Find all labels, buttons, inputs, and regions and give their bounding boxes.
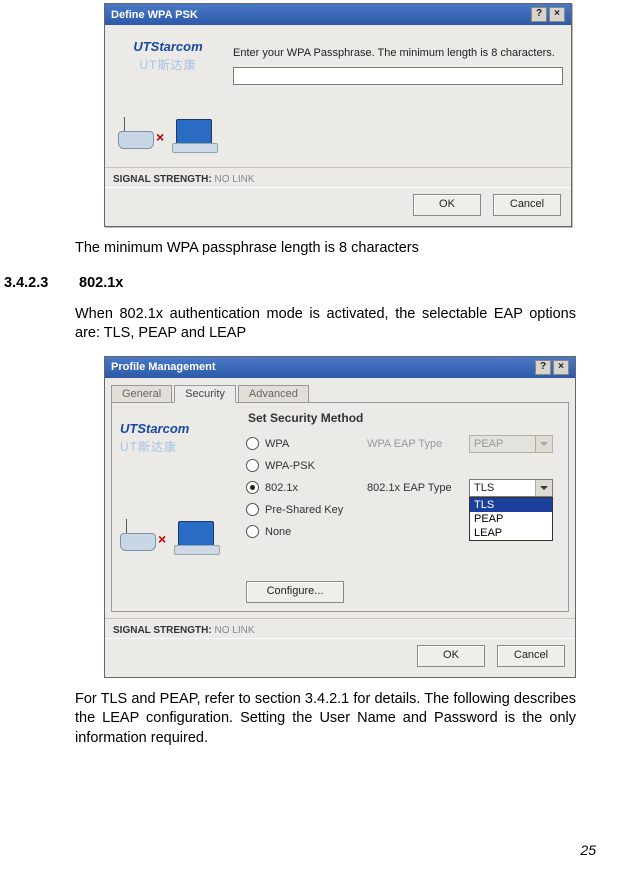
- radio-wpa-label: WPA: [265, 438, 361, 450]
- section-title: 802.1x: [79, 275, 123, 291]
- radio-none[interactable]: [246, 525, 259, 538]
- 8021x-eap-type-label: 802.1x EAP Type: [367, 482, 463, 494]
- connection-illustration: ×: [120, 509, 220, 555]
- section-number: 3.4.2.3: [0, 275, 79, 291]
- ok-button[interactable]: OK: [417, 645, 485, 667]
- brand-panel: UTStarcom UT斯达康 ×: [113, 33, 223, 159]
- signal-strength-label: SIGNAL STRENGTH:: [113, 625, 212, 636]
- titlebar: Define WPA PSK ? ×: [105, 4, 571, 25]
- close-button[interactable]: ×: [549, 7, 565, 22]
- brand-panel: UTStarcom UT斯达康 ×: [120, 411, 238, 603]
- section-heading-row: 3.4.2.3 802.1x: [0, 275, 596, 291]
- 8021x-eap-type-select[interactable]: TLS: [469, 479, 553, 497]
- radio-8021x[interactable]: [246, 481, 259, 494]
- radio-preshared-key-label: Pre-Shared Key: [265, 504, 361, 516]
- caption-wpa-min-length: The minimum WPA passphrase length is 8 c…: [75, 239, 576, 259]
- dialog-title: Profile Management: [111, 361, 216, 373]
- tab-general[interactable]: General: [111, 385, 172, 403]
- brand-logo-en: UTStarcom: [120, 421, 238, 436]
- page-number: 25: [580, 842, 596, 858]
- titlebar: Profile Management ? ×: [105, 357, 575, 378]
- brand-logo-cn: UT斯达康: [120, 438, 238, 455]
- define-wpa-psk-dialog: Define WPA PSK ? × UTStarcom UT斯达康 × Ent…: [104, 3, 572, 227]
- connection-illustration: ×: [118, 107, 218, 153]
- signal-strength-value: NO LINK: [215, 625, 255, 636]
- passphrase-input[interactable]: [233, 67, 563, 85]
- eap-option-peap[interactable]: PEAP: [470, 512, 552, 526]
- dialog-title: Define WPA PSK: [111, 9, 198, 21]
- radio-8021x-label: 802.1x: [265, 482, 361, 494]
- brand-logo-en: UTStarcom: [133, 39, 202, 54]
- ok-button[interactable]: OK: [413, 194, 481, 216]
- radio-wpa-psk[interactable]: [246, 459, 259, 472]
- help-button[interactable]: ?: [535, 360, 551, 375]
- tab-advanced[interactable]: Advanced: [238, 385, 309, 403]
- cancel-button[interactable]: Cancel: [493, 194, 561, 216]
- eap-type-dropdown-list: TLS PEAP LEAP: [469, 497, 553, 541]
- wpa-eap-type-label: WPA EAP Type: [367, 438, 463, 450]
- cancel-button[interactable]: Cancel: [497, 645, 565, 667]
- signal-strength-value: NO LINK: [215, 174, 255, 185]
- radio-preshared-key[interactable]: [246, 503, 259, 516]
- radio-wpa[interactable]: [246, 437, 259, 450]
- chevron-down-icon: [535, 480, 552, 496]
- signal-strength-row: SIGNAL STRENGTH: NO LINK: [105, 618, 575, 638]
- eap-option-tls[interactable]: TLS: [470, 498, 552, 512]
- chevron-down-icon: [535, 436, 552, 452]
- signal-strength-label: SIGNAL STRENGTH:: [113, 174, 212, 185]
- paragraph-leap-config: For TLS and PEAP, refer to section 3.4.2…: [75, 690, 576, 749]
- brand-logo-cn: UT斯达康: [140, 56, 197, 73]
- security-method-heading: Set Security Method: [248, 411, 560, 425]
- profile-management-dialog: Profile Management ? × General Security …: [104, 356, 576, 678]
- eap-option-leap[interactable]: LEAP: [470, 526, 552, 540]
- passphrase-instruction: Enter your WPA Passphrase. The minimum l…: [233, 47, 563, 59]
- close-button[interactable]: ×: [553, 360, 569, 375]
- wpa-eap-type-select: PEAP: [469, 435, 553, 453]
- signal-strength-row: SIGNAL STRENGTH: NO LINK: [105, 167, 571, 187]
- no-connection-icon: ×: [156, 129, 164, 145]
- paragraph-eap-intro: When 802.1x authentication mode is activ…: [75, 305, 576, 344]
- configure-button[interactable]: Configure...: [246, 581, 344, 603]
- radio-wpa-psk-label: WPA-PSK: [265, 460, 361, 472]
- no-connection-icon: ×: [158, 531, 166, 547]
- tab-security[interactable]: Security: [174, 385, 236, 403]
- help-button[interactable]: ?: [531, 7, 547, 22]
- radio-none-label: None: [265, 526, 361, 538]
